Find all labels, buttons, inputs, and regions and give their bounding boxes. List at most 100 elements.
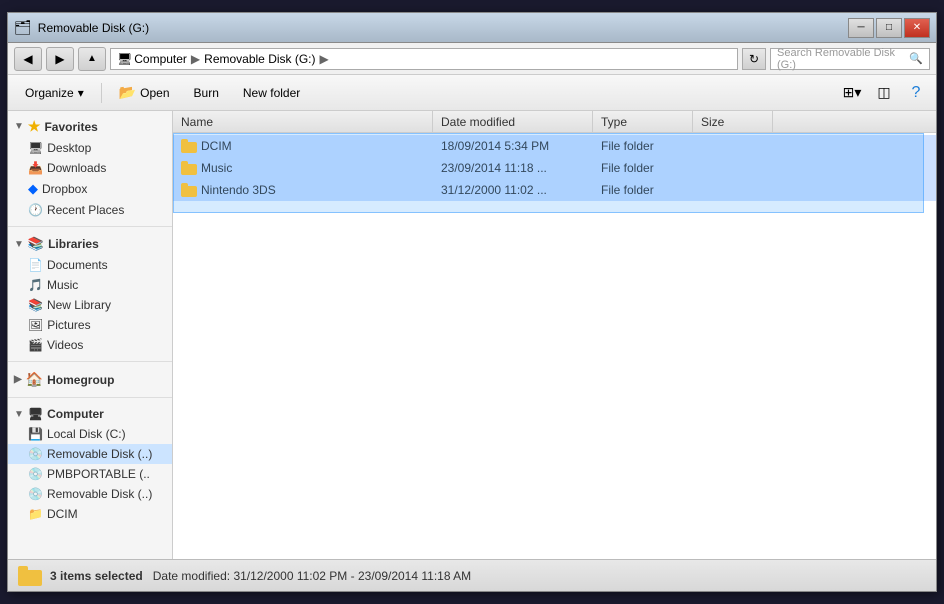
sidebar: ▼ ★ Favorites 🖥 Desktop 📥 Downloads ◆ Dr… [8,111,173,559]
file-list[interactable]: DCIM 18/09/2014 5:34 PM File folder Musi… [173,133,936,559]
sidebar-item-removable-disk-g[interactable]: 💿 Removable Disk (..) [8,444,172,464]
computer-section: ▼ 🖥 Computer 💾 Local Disk (C:) 💿 Removab… [8,400,172,528]
videos-icon: 🎬 [28,338,43,352]
sidebar-item-videos[interactable]: 🎬 Videos [8,335,172,355]
column-header-name[interactable]: Name [173,111,433,132]
sidebar-item-dcim-sub[interactable]: 📁 DCIM [8,504,172,524]
homegroup-group[interactable]: ▶ 🏠 Homegroup [8,368,172,391]
minimize-button[interactable]: ─ [848,18,874,38]
open-button[interactable]: 📂 Open [108,79,181,107]
title-bar-buttons: ─ □ ✕ [848,18,930,38]
new-folder-button[interactable]: New folder [232,79,311,107]
homegroup-arrow-icon: ▶ [14,374,22,385]
address-bar: ◀ ▶ ▲ 🖥 Computer ▶ Removable Disk (G:) ▶… [8,43,936,75]
sidebar-item-removable-disk-2[interactable]: 💿 Removable Disk (..) [8,484,172,504]
column-headers: Name Date modified Type Size [173,111,936,133]
pictures-icon: 🖼 [28,318,43,332]
sidebar-item-pmbportable[interactable]: 💿 PMBPORTABLE (.. [8,464,172,484]
libraries-group[interactable]: ▼ 📚 Libraries [8,233,172,255]
folder-icon-dcim [181,139,197,153]
new-library-icon: 📚 [28,298,43,312]
search-box[interactable]: Search Removable Disk (G:) 🔍 [770,48,930,70]
computer-label: Computer [47,407,104,421]
breadcrumb-icon: 🖥 [117,52,132,66]
recent-places-label: Recent Places [47,203,124,217]
divider-1 [8,226,172,227]
status-count: 3 items selected Date modified: 31/12/20… [50,569,471,583]
desktop-label: Desktop [47,141,91,155]
dropbox-label: Dropbox [42,182,87,196]
view-options-button[interactable]: ⊞▾ [838,81,866,105]
sidebar-item-downloads[interactable]: 📥 Downloads [8,158,172,178]
sidebar-item-music[interactable]: 🎵 Music [8,275,172,295]
sidebar-item-dropbox[interactable]: ◆ Dropbox [8,178,172,200]
libraries-label: Libraries [48,237,99,251]
window: 🗂 Removable Disk (G:) ─ □ ✕ ◀ ▶ ▲ 🖥 Comp… [7,12,937,592]
sidebar-item-local-disk[interactable]: 💾 Local Disk (C:) [8,424,172,444]
breadcrumb-sep-1: ▶ [191,52,200,66]
column-header-type[interactable]: Type [593,111,693,132]
close-button[interactable]: ✕ [904,18,930,38]
libraries-icon: 📚 [28,236,44,252]
downloads-label: Downloads [47,161,106,175]
pictures-label: Pictures [47,318,90,332]
sidebar-item-pictures[interactable]: 🖼 Pictures [8,315,172,335]
toolbar-separator-1 [101,83,102,103]
address-input[interactable]: 🖥 Computer ▶ Removable Disk (G:) ▶ [110,48,738,70]
sidebar-item-recent-places[interactable]: 🕐 Recent Places [8,200,172,220]
file-name-nintendo: Nintendo 3DS [173,183,433,197]
status-count-label: 3 items selected [50,569,143,583]
search-placeholder: Search Removable Disk (G:) [777,47,909,71]
organize-button[interactable]: Organize ▾ [14,79,95,107]
sidebar-item-documents[interactable]: 📄 Documents [8,255,172,275]
homegroup-label: Homegroup [47,373,114,387]
preview-pane-button[interactable]: ◫ [870,81,898,105]
removable-disk-g-label: Removable Disk (..) [47,447,152,461]
favorites-group[interactable]: ▼ ★ Favorites [8,115,172,138]
maximize-button[interactable]: □ [876,18,902,38]
dropbox-icon: ◆ [28,181,38,197]
computer-group[interactable]: ▼ 🖥 Computer [8,404,172,424]
favorites-section: ▼ ★ Favorites 🖥 Desktop 📥 Downloads ◆ Dr… [8,111,172,224]
file-name-dcim: DCIM [173,139,433,153]
new-folder-label: New folder [243,86,300,100]
file-date-dcim: 18/09/2014 5:34 PM [433,139,593,153]
file-date-music: 23/09/2014 11:18 ... [433,161,593,175]
documents-icon: 📄 [28,258,43,272]
recent-places-icon: 🕐 [28,203,43,217]
open-label: Open [140,86,169,100]
back-button[interactable]: ◀ [14,47,42,71]
column-header-size[interactable]: Size [693,111,773,132]
local-disk-icon: 💾 [28,427,43,441]
search-icon: 🔍 [909,52,923,65]
forward-button[interactable]: ▶ [46,47,74,71]
favorites-label: Favorites [44,120,97,134]
file-date-nintendo: 31/12/2000 11:02 ... [433,183,593,197]
column-header-date[interactable]: Date modified [433,111,593,132]
documents-label: Documents [47,258,108,272]
help-button[interactable]: ? [902,81,930,105]
file-type-nintendo: File folder [593,183,693,197]
pmbportable-label: PMBPORTABLE (.. [47,467,150,481]
sidebar-item-desktop[interactable]: 🖥 Desktop [8,138,172,158]
title-bar-left: 🗂 Removable Disk (G:) [14,19,149,36]
sidebar-item-new-library[interactable]: 📚 New Library [8,295,172,315]
status-folder-icon [18,566,42,586]
up-button[interactable]: ▲ [78,47,106,71]
window-icon: 🗂 [14,19,32,36]
pmbportable-icon: 💿 [28,467,43,481]
refresh-button[interactable]: ↻ [742,48,766,70]
window-title: Removable Disk (G:) [38,21,149,35]
file-type-music: File folder [593,161,693,175]
file-row-dcim[interactable]: DCIM 18/09/2014 5:34 PM File folder [173,135,936,157]
file-row-music[interactable]: Music 23/09/2014 11:18 ... File folder [173,157,936,179]
file-row-nintendo[interactable]: Nintendo 3DS 31/12/2000 11:02 ... File f… [173,179,936,201]
music-label: Music [47,278,78,292]
file-name-music: Music [173,161,433,175]
burn-label: Burn [194,86,219,100]
local-disk-label: Local Disk (C:) [47,427,126,441]
burn-button[interactable]: Burn [183,79,230,107]
videos-label: Videos [47,338,83,352]
removable-disk-2-label: Removable Disk (..) [47,487,152,501]
toolbar: Organize ▾ 📂 Open Burn New folder ⊞▾ ◫ ? [8,75,936,111]
